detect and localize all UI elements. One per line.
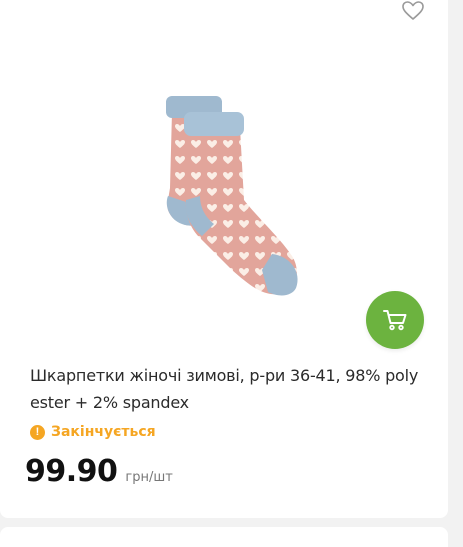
wishlist-button[interactable] xyxy=(400,0,426,22)
sock-front xyxy=(184,112,298,296)
product-card[interactable]: Шкарпетки жіночі зимові, р-ри 36-41, 98%… xyxy=(0,0,448,518)
next-product-card[interactable] xyxy=(0,527,448,547)
price-unit: грн/шт xyxy=(125,470,173,485)
exclamation-icon: ! xyxy=(30,424,45,440)
stock-status: ! Закінчується xyxy=(30,424,156,440)
product-title[interactable]: Шкарпетки жіночі зимові, р-ри 36-41, 98%… xyxy=(30,362,420,416)
stock-status-text: Закінчується xyxy=(51,424,156,440)
add-to-cart-button[interactable] xyxy=(366,291,424,349)
price-row: 99.90 грн/шт xyxy=(25,454,173,489)
product-image[interactable] xyxy=(140,88,320,308)
heart-outline-icon xyxy=(402,1,424,20)
product-price: 99.90 xyxy=(25,454,118,489)
cart-icon xyxy=(383,310,407,331)
